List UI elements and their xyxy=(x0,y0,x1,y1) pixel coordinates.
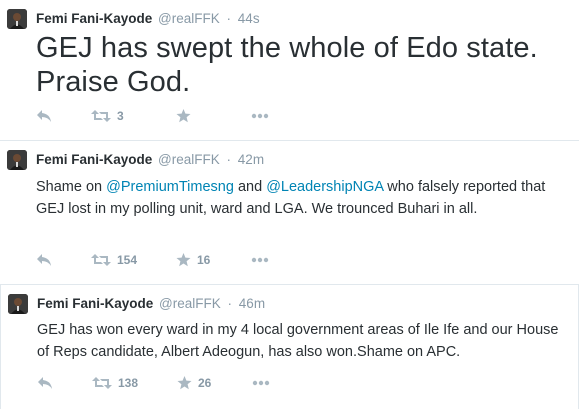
more-button[interactable] xyxy=(251,106,269,126)
reply-icon xyxy=(36,109,52,123)
tweet-text-part: Shame on xyxy=(36,179,107,195)
star-icon xyxy=(177,376,192,390)
reply-button[interactable] xyxy=(36,106,52,126)
tweet[interactable]: Femi Fani-Kayode @realFFK · 42m Shame on… xyxy=(0,141,579,285)
author-handle[interactable]: @realFFK xyxy=(159,296,221,311)
author-name[interactable]: Femi Fani-Kayode xyxy=(36,11,152,26)
star-icon xyxy=(176,109,191,123)
mention-link[interactable]: @LeadershipNGA xyxy=(266,179,383,195)
tweet[interactable]: Femi Fani-Kayode @realFFK · 44s GEJ has … xyxy=(0,0,579,141)
timestamp[interactable]: 44s xyxy=(238,11,260,26)
mention-link[interactable]: @PremiumTimesng xyxy=(106,179,234,195)
star-icon xyxy=(176,253,191,267)
retweet-count: 3 xyxy=(117,109,124,123)
timestamp[interactable]: 46m xyxy=(239,296,265,311)
more-button[interactable] xyxy=(251,250,269,270)
tweet-text: GEJ has swept the whole of Edo state. Pr… xyxy=(36,32,538,98)
more-icon xyxy=(251,257,269,263)
reply-button[interactable] xyxy=(36,250,52,270)
timestamp[interactable]: 42m xyxy=(238,152,264,167)
retweet-icon xyxy=(91,253,111,267)
separator: · xyxy=(227,296,233,311)
retweet-button[interactable]: 3 xyxy=(91,106,124,126)
separator: · xyxy=(226,152,232,167)
tweet-text-part: and xyxy=(233,179,267,195)
favorite-count: 16 xyxy=(197,253,211,267)
tweet-text: Shame on @PremiumTimesng and @Leadership… xyxy=(36,176,563,220)
more-icon xyxy=(252,380,270,386)
avatar[interactable] xyxy=(7,9,27,29)
favorite-button[interactable]: 26 xyxy=(177,373,211,393)
retweet-icon xyxy=(92,376,112,390)
avatar[interactable] xyxy=(8,294,28,314)
tweet-header: Femi Fani-Kayode @realFFK · 46m xyxy=(37,296,265,312)
more-button[interactable] xyxy=(252,373,270,393)
timeline: Femi Fani-Kayode @realFFK · 44s GEJ has … xyxy=(0,0,579,409)
author-name[interactable]: Femi Fani-Kayode xyxy=(36,152,152,167)
tweet[interactable]: Femi Fani-Kayode @realFFK · 46m GEJ has … xyxy=(0,285,579,409)
tweet-header: Femi Fani-Kayode @realFFK · 44s xyxy=(36,11,260,27)
retweet-count: 138 xyxy=(118,376,139,390)
retweet-button[interactable]: 138 xyxy=(92,373,138,393)
author-handle[interactable]: @realFFK xyxy=(158,11,220,26)
author-name[interactable]: Femi Fani-Kayode xyxy=(37,296,153,311)
author-handle[interactable]: @realFFK xyxy=(158,152,220,167)
tweet-text: GEJ has won every ward in my 4 local gov… xyxy=(37,322,559,360)
reply-icon xyxy=(37,376,53,390)
retweet-button[interactable]: 154 xyxy=(91,250,137,270)
reply-icon xyxy=(36,253,52,267)
more-icon xyxy=(251,113,269,119)
favorite-button[interactable] xyxy=(176,106,197,126)
retweet-icon xyxy=(91,109,111,123)
favorite-count: 26 xyxy=(198,376,212,390)
avatar[interactable] xyxy=(7,150,27,170)
separator: · xyxy=(226,11,232,26)
retweet-count: 154 xyxy=(117,253,138,267)
tweet-header: Femi Fani-Kayode @realFFK · 42m xyxy=(36,152,264,168)
reply-button[interactable] xyxy=(37,373,53,393)
favorite-button[interactable]: 16 xyxy=(176,250,210,270)
